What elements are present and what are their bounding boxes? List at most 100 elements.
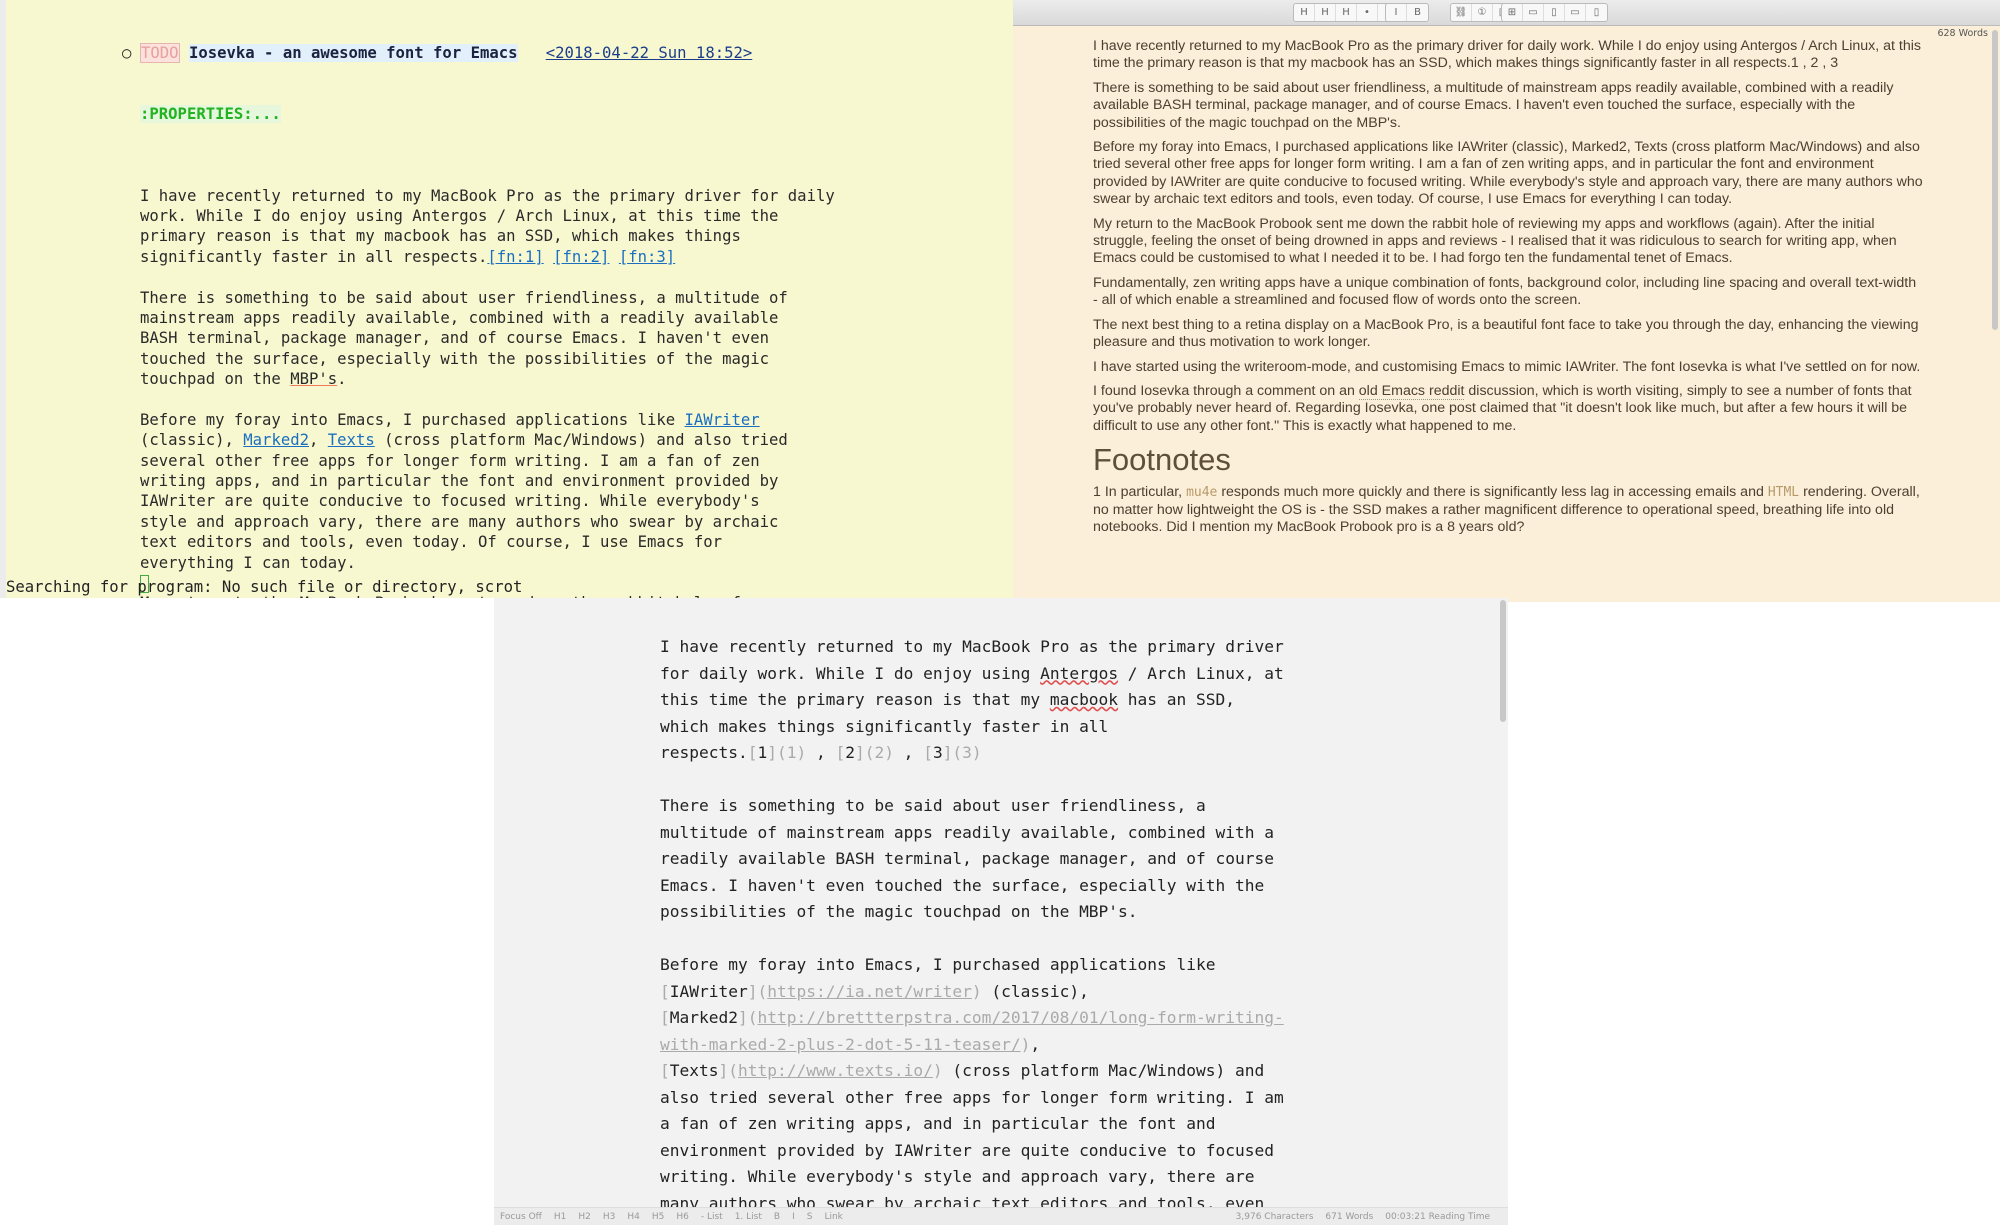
link[interactable]: Marked2 <box>243 431 309 449</box>
text-line: environment provided by IAWriter are qui… <box>660 1138 1284 1165</box>
status-button[interactable]: H4 <box>627 1212 640 1222</box>
text-segment: [ <box>660 981 670 1001</box>
text-segment: MBP's <box>290 370 338 389</box>
link[interactable]: http://brettterpstra.com/2017/08/01/long… <box>757 1008 1283 1027</box>
toolbar-button[interactable]: • <box>1357 4 1378 21</box>
text-segment: mainstream apps readily available, combi… <box>140 308 779 327</box>
status-button[interactable]: 1. List <box>735 1212 762 1222</box>
text-segment: ) <box>971 981 982 1001</box>
toolbar-button[interactable]: ① <box>1472 4 1493 21</box>
text-segment: several other free apps for longer form … <box>140 451 760 470</box>
status-button[interactable]: Link <box>824 1212 842 1222</box>
status-button[interactable]: H3 <box>603 1212 616 1222</box>
text-segment: 1 <box>757 743 768 762</box>
reddit-link[interactable]: old Emacs reddit <box>1358 382 1465 400</box>
text-segment: writing. While everybody's style and app… <box>660 1167 1255 1186</box>
heading-timestamp[interactable]: <2018-04-22 Sun 18:52> <box>546 44 753 62</box>
link[interactable]: Texts <box>328 431 375 449</box>
status-button[interactable]: I <box>792 1212 795 1222</box>
text-line: Before my foray into Emacs, I purchased … <box>140 410 835 430</box>
status-stat: 671 Words <box>1325 1211 1374 1222</box>
status-button[interactable]: - List <box>701 1212 723 1222</box>
status-button[interactable]: H2 <box>578 1212 591 1222</box>
text-line: I have recently returned to my MacBook P… <box>140 186 835 206</box>
text-segment: There is something to be said about user… <box>140 288 788 307</box>
toolbar-button[interactable]: ⊞ <box>1502 4 1523 21</box>
text-segment: 3 <box>932 743 943 762</box>
text-segment: IAWriter <box>669 981 748 1001</box>
heading-title: Iosevka - an awesome font for Emacs <box>188 43 518 62</box>
text-segment: [ <box>923 743 933 762</box>
preview-paragraph: I have recently returned to my MacBook P… <box>1093 38 1921 72</box>
text-segment: (classic), <box>981 981 1089 1001</box>
text-line <box>140 165 835 185</box>
heading-bullet-icon: ○ <box>122 43 132 62</box>
status-button[interactable]: S <box>807 1212 813 1222</box>
text-line: Emacs. I haven't even touched the surfac… <box>660 873 1284 900</box>
text-segment: macbook <box>1049 690 1119 709</box>
text-segment: [ <box>835 743 846 762</box>
text-line <box>660 926 1284 953</box>
toolbar-button[interactable]: H <box>1294 4 1315 21</box>
text-segment: . <box>337 370 347 389</box>
link[interactable]: with-marked-2-plus-2-dot-5-11-teaser/ <box>660 1035 1021 1054</box>
toolbar-button[interactable]: ▭ <box>1523 4 1544 21</box>
text-segment: ) <box>1020 1034 1031 1054</box>
emacs-window: ○ TODO Iosevka - an awesome font for Emac… <box>0 0 1013 598</box>
text-segment: , <box>893 743 924 762</box>
text-line: respects.[1](1) , [2](2) , [3](3) <box>660 740 1284 767</box>
status-button[interactable]: H1 <box>554 1212 567 1222</box>
toolbar-button[interactable]: ⛓ <box>1451 4 1472 21</box>
text-line: primary reason is that my macbook has an… <box>140 226 835 246</box>
text-line: for daily work. While I do enjoy using A… <box>660 661 1284 688</box>
preview-paragraph: My return to the MacBook Probook sent me… <box>1093 215 1897 267</box>
editor-scrollbar[interactable] <box>1500 600 1506 722</box>
text-segment: ](1) <box>767 743 807 762</box>
emacs-buffer[interactable]: ○ TODO Iosevka - an awesome font for Emac… <box>122 2 835 598</box>
text-line: significantly faster in all respects.[fn… <box>140 247 835 267</box>
markdown-text[interactable]: I have recently returned to my MacBook P… <box>660 634 1284 1217</box>
status-button[interactable]: B <box>774 1212 780 1222</box>
text-segment: Emacs. I haven't even touched the surfac… <box>660 875 1265 895</box>
preview-paragraph: Before my foray into Emacs, I purchased … <box>1093 139 1923 208</box>
preview-scrollbar[interactable] <box>1992 30 1998 330</box>
link[interactable]: IAWriter <box>685 411 760 429</box>
toolbar-group: HHH•1 <box>1293 3 1400 22</box>
text-segment: writing apps, and in particular the font… <box>140 472 779 491</box>
text-line: readily available BASH terminal, package… <box>660 846 1284 873</box>
status-button[interactable]: H5 <box>652 1212 665 1222</box>
preview-content: I have recently returned to my MacBook P… <box>1093 38 1923 543</box>
text-line: There is something to be said about user… <box>660 793 1284 820</box>
toolbar-button[interactable]: H <box>1315 4 1336 21</box>
toolbar-button[interactable]: B <box>1407 4 1428 21</box>
todo-keyword[interactable]: TODO <box>140 42 180 63</box>
text-line: touched the surface, especially with the… <box>140 349 835 369</box>
link[interactable]: [fn:1] <box>487 248 543 266</box>
text-segment: for daily work. While I do enjoy using <box>660 663 1041 683</box>
text-segment: this time the primary reason is that my <box>660 690 1050 709</box>
toolbar-button[interactable]: I <box>1386 4 1407 21</box>
toolbar-button[interactable]: ▭ <box>1565 4 1586 21</box>
text-line: [Texts](http://www.texts.io/) (cross pla… <box>660 1058 1284 1085</box>
status-button[interactable]: H6 <box>676 1212 689 1222</box>
text-segment: (cross platform Mac/Windows) and also tr… <box>374 431 788 450</box>
text-segment: Texts <box>669 1061 719 1080</box>
toolbar-button[interactable]: ▯ <box>1544 4 1565 21</box>
status-button[interactable]: Focus Off <box>500 1212 542 1222</box>
link[interactable]: [fn:3] <box>619 248 675 266</box>
preview-paragraph: There is something to be said about user… <box>1093 79 1894 131</box>
text-segment: IAWriter are quite conducive to focused … <box>140 492 760 511</box>
text-line: mainstream apps readily available, combi… <box>140 308 835 328</box>
properties-drawer[interactable]: :PROPERTIES:... <box>140 105 281 124</box>
toolbar-button[interactable]: H <box>1336 4 1357 21</box>
text-line: I have recently returned to my MacBook P… <box>660 634 1284 661</box>
link[interactable]: http://www.texts.io/ <box>738 1061 933 1080</box>
text-segment: [ <box>660 1061 670 1080</box>
text-segment <box>544 248 553 266</box>
link[interactable]: [fn:2] <box>553 248 609 266</box>
text-segment: I have recently returned to my MacBook P… <box>660 637 1284 656</box>
text-line: several other free apps for longer form … <box>140 451 835 471</box>
link[interactable]: https://ia.net/writer <box>767 982 972 1001</box>
toolbar-button[interactable]: ▯ <box>1586 4 1607 21</box>
emacs-text: I have recently returned to my MacBook P… <box>140 165 835 598</box>
